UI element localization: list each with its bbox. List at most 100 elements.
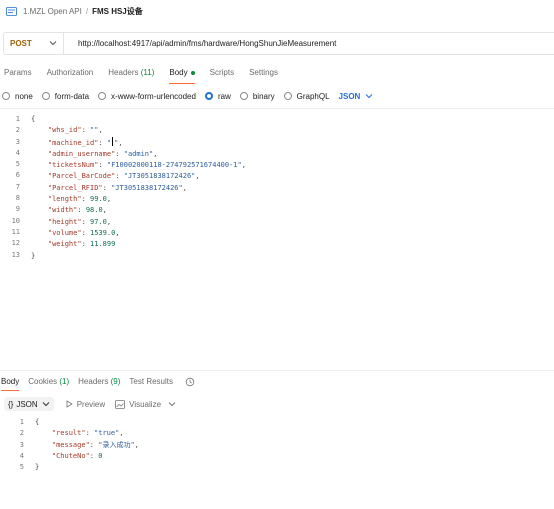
- response-format-select[interactable]: {} JSON: [4, 397, 54, 411]
- colon: :: [85, 429, 95, 438]
- comma: ,: [119, 429, 124, 438]
- radio-none[interactable]: none: [2, 92, 33, 101]
- radio-circle-icon: [98, 92, 107, 100]
- tab-label: Scripts: [209, 68, 235, 77]
- comma: ,: [195, 172, 200, 181]
- code-line: "message": "录入成功",: [35, 440, 139, 451]
- format-label: JSON: [16, 399, 38, 409]
- radio-binary[interactable]: binary: [239, 91, 275, 101]
- tab-cookies[interactable]: Cookies (1): [28, 375, 69, 389]
- radio-label: x-www-form-urlencoded: [111, 91, 196, 101]
- breadcrumb-request-name[interactable]: FMS HSJ设备: [92, 6, 143, 17]
- code-line: "machine_id": " ",: [31, 136, 246, 149]
- tab-authorization[interactable]: Authorization: [47, 66, 94, 80]
- line-number: 4: [19, 451, 24, 460]
- code-line: "whs_id": "",: [31, 125, 246, 136]
- code-line: "Parcel_BarCode": "JT3051838172426",: [31, 171, 246, 182]
- radio-form-data[interactable]: form-data: [41, 91, 90, 101]
- json-key: "width": [47, 206, 78, 215]
- json-key: "message": [51, 440, 90, 449]
- radio-label: GraphQL: [296, 91, 330, 101]
- json-key: "machine_id": [47, 138, 99, 147]
- tab-settings[interactable]: Settings: [249, 66, 278, 80]
- json-key: "result": [51, 429, 86, 438]
- tab-label: Headers: [108, 68, 139, 77]
- colon: :: [98, 161, 107, 170]
- tab-count: (9): [110, 377, 121, 386]
- code-line: "volume": 1539.0,: [31, 228, 246, 239]
- url-input[interactable]: http://localhost:4917/api/admin/fms/hard…: [64, 39, 336, 48]
- code-line: "Parcel_RFID": "JT3051838172426",: [31, 183, 246, 194]
- radio-urlencoded[interactable]: x-www-form-urlencoded: [98, 92, 196, 101]
- tab-scripts[interactable]: Scripts: [210, 66, 234, 80]
- tab-response-headers[interactable]: Headers (9): [78, 375, 120, 389]
- tab-headers[interactable]: Headers (11): [108, 66, 154, 80]
- image-icon: [115, 399, 126, 409]
- code-content[interactable]: { "whs_id": "", "machine_id": " ", "admin…: [31, 114, 246, 262]
- active-tab-indicator: [1, 390, 20, 391]
- visualize-button[interactable]: Visualize: [115, 400, 176, 409]
- tab-test-results[interactable]: Test Results: [129, 375, 173, 389]
- json-key: "admin_username": [47, 149, 116, 158]
- line-number: 6: [15, 171, 20, 180]
- line-number: 3: [19, 440, 24, 449]
- preview-button[interactable]: Preview: [66, 400, 105, 409]
- json-value: ": [106, 138, 112, 147]
- line-number: 8: [15, 194, 20, 203]
- tab-label: Body: [1, 377, 20, 386]
- tab-label: Params: [4, 68, 32, 77]
- code-line: {: [31, 114, 246, 125]
- radio-circle-icon: [239, 92, 248, 100]
- line-number: 2: [19, 429, 24, 438]
- colon: :: [115, 149, 124, 158]
- language-label: JSON: [338, 91, 361, 101]
- radio-label: form-data: [54, 91, 90, 101]
- close-brace: }: [35, 463, 40, 472]
- json-value: 11.899: [90, 240, 116, 249]
- language-select[interactable]: JSON: [339, 92, 374, 101]
- comma: ,: [182, 183, 187, 192]
- code-line: "weight": 11.899: [31, 239, 246, 250]
- radio-graphql[interactable]: GraphQL: [283, 91, 330, 101]
- response-body-viewer[interactable]: 1 2 3 4 5 { "result": "true", "message": "录入…: [0, 417, 554, 477]
- open-brace: {: [35, 418, 40, 426]
- visualize-label: Visualize: [129, 399, 162, 409]
- tab-response-body[interactable]: Body: [1, 375, 20, 391]
- json-value: "admin": [123, 149, 154, 158]
- code-line: }: [31, 251, 246, 262]
- colon: :: [89, 440, 99, 449]
- line-number: 4: [15, 148, 20, 157]
- json-key: "Parcel_BarCode": [47, 172, 116, 181]
- tab-count: (1): [59, 377, 70, 386]
- radio-label: binary: [252, 91, 275, 101]
- divider: [0, 108, 554, 109]
- json-key: "volume": [47, 228, 82, 237]
- json-value: "JT3051838172426": [111, 183, 183, 192]
- json-value: "F10002000118-274792571674400-1": [106, 161, 242, 170]
- radio-raw[interactable]: raw: [204, 92, 231, 101]
- preview-label: Preview: [76, 399, 106, 409]
- open-brace: {: [31, 115, 36, 123]
- line-number: 13: [11, 250, 20, 259]
- line-number: 3: [15, 137, 20, 146]
- breadcrumb-collection[interactable]: 1.MZL Open API: [23, 7, 82, 16]
- json-value: 97.0: [90, 217, 107, 226]
- method-select[interactable]: POST: [4, 33, 64, 54]
- tab-label: Cookies: [28, 377, 58, 386]
- tab-body[interactable]: Body: [169, 66, 195, 84]
- history-icon[interactable]: [185, 377, 195, 387]
- request-body-editor[interactable]: 1 2 3 4 5 6 7 8 9 10 11 12 13 { "whs_id": "", "machi…: [0, 114, 554, 264]
- line-number: 11: [11, 227, 20, 236]
- tab-label: Authorization: [46, 68, 94, 77]
- tab-params[interactable]: Params: [4, 66, 32, 80]
- comma: ,: [134, 440, 139, 449]
